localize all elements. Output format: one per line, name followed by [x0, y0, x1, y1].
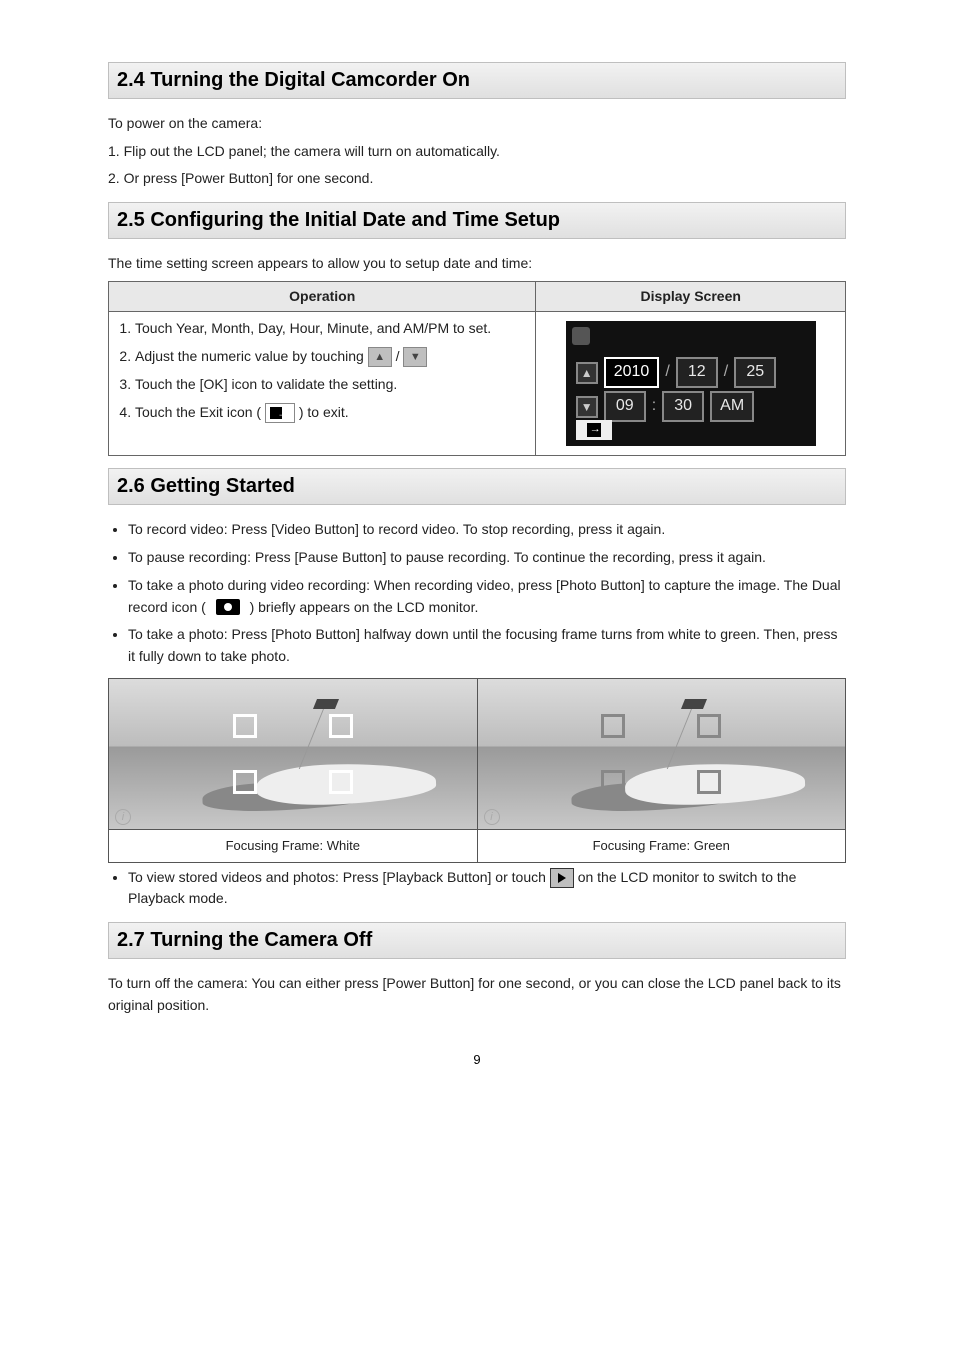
exit-icon	[265, 403, 295, 423]
list-item: Adjust the numeric value by touching ▲ /…	[135, 346, 527, 368]
list-item: To pause recording: Press [Pause Button]…	[128, 547, 846, 569]
up-arrow-icon: ▲	[368, 347, 392, 367]
list-item: To record video: Press [Video Button] to…	[128, 519, 846, 541]
section-title: 2.7 Turning the Camera Off	[117, 929, 837, 952]
caption: Focusing Frame: White	[109, 829, 478, 862]
playback-icon	[550, 868, 574, 888]
lcd-month: 12	[676, 357, 718, 388]
lcd-year: 2010	[604, 357, 660, 388]
text: The time setting screen appears to allow…	[108, 253, 846, 275]
up-arrow-icon: ▲	[576, 362, 598, 384]
table-cell: i	[109, 678, 478, 829]
section-title: 2.5 Configuring the Initial Date and Tim…	[117, 209, 837, 232]
caption: Focusing Frame: Green	[477, 829, 846, 862]
text: To view stored videos and photos: Press …	[128, 869, 550, 885]
table-header: Display Screen	[536, 281, 846, 312]
text: To power on the camera:	[108, 113, 846, 135]
list-item: Touch the [OK] icon to validate the sett…	[135, 374, 527, 396]
lcd-ampm: AM	[710, 391, 754, 422]
text: ) briefly appears on the LCD monitor.	[250, 599, 479, 615]
focusing-frame-table: i i Focusing Frame: White Focusing Frame…	[108, 678, 846, 863]
separator: /	[724, 360, 728, 385]
exit-icon	[576, 420, 612, 440]
down-arrow-icon: ▼	[576, 396, 598, 418]
list-item: Touch Year, Month, Day, Hour, Minute, an…	[135, 318, 527, 340]
list-item: Touch the Exit icon ( ) to exit.	[135, 402, 527, 424]
lcd-screen-illustration: ▲ 2010 / 12 / 25 ▼ 09 : 30 AM	[566, 321, 816, 446]
text: 1. Flip out the LCD panel; the camera wi…	[108, 141, 846, 163]
lcd-minute: 30	[662, 391, 704, 422]
table-cell: i	[477, 678, 846, 829]
text: To turn off the camera: You can either p…	[108, 973, 846, 1016]
section-header-2-5: 2.5 Configuring the Initial Date and Tim…	[108, 202, 846, 239]
list-item: To take a photo: Press [Photo Button] ha…	[128, 624, 846, 667]
section-header-2-6: 2.6 Getting Started	[108, 468, 846, 505]
lcd-day: 25	[734, 357, 776, 388]
separator: /	[665, 360, 669, 385]
text: /	[396, 348, 404, 364]
table-header: Operation	[109, 281, 536, 312]
text: 2. Or press [Power Button] for one secon…	[108, 168, 846, 190]
table-cell: ▲ 2010 / 12 / 25 ▼ 09 : 30 AM	[536, 312, 846, 456]
table-cell: Touch Year, Month, Day, Hour, Minute, an…	[109, 312, 536, 456]
sample-photo-green-frame: i	[478, 679, 846, 829]
text: ) to exit.	[299, 404, 349, 420]
operation-table: Operation Display Screen Touch Year, Mon…	[108, 281, 846, 457]
sample-photo-white-frame: i	[109, 679, 477, 829]
list-item: To take a photo during video recording: …	[128, 575, 846, 618]
text: Adjust the numeric value by touching	[135, 348, 368, 364]
section-title: 2.4 Turning the Digital Camcorder On	[117, 69, 837, 92]
document-page: 2.4 Turning the Digital Camcorder On To …	[0, 0, 954, 1097]
page-number: 9	[108, 1052, 846, 1067]
separator: :	[652, 394, 656, 419]
section-header-2-7: 2.7 Turning the Camera Off	[108, 922, 846, 959]
dual-record-icon	[210, 599, 246, 617]
info-icon: i	[115, 809, 131, 825]
info-icon: i	[484, 809, 500, 825]
list-item: To view stored videos and photos: Press …	[128, 867, 846, 910]
lcd-hour: 09	[604, 391, 646, 422]
down-arrow-icon: ▼	[403, 347, 427, 367]
settings-icon	[572, 327, 590, 345]
section-title: 2.6 Getting Started	[117, 475, 837, 498]
section-header-2-4: 2.4 Turning the Digital Camcorder On	[108, 62, 846, 99]
text: Touch the Exit icon (	[135, 404, 265, 420]
